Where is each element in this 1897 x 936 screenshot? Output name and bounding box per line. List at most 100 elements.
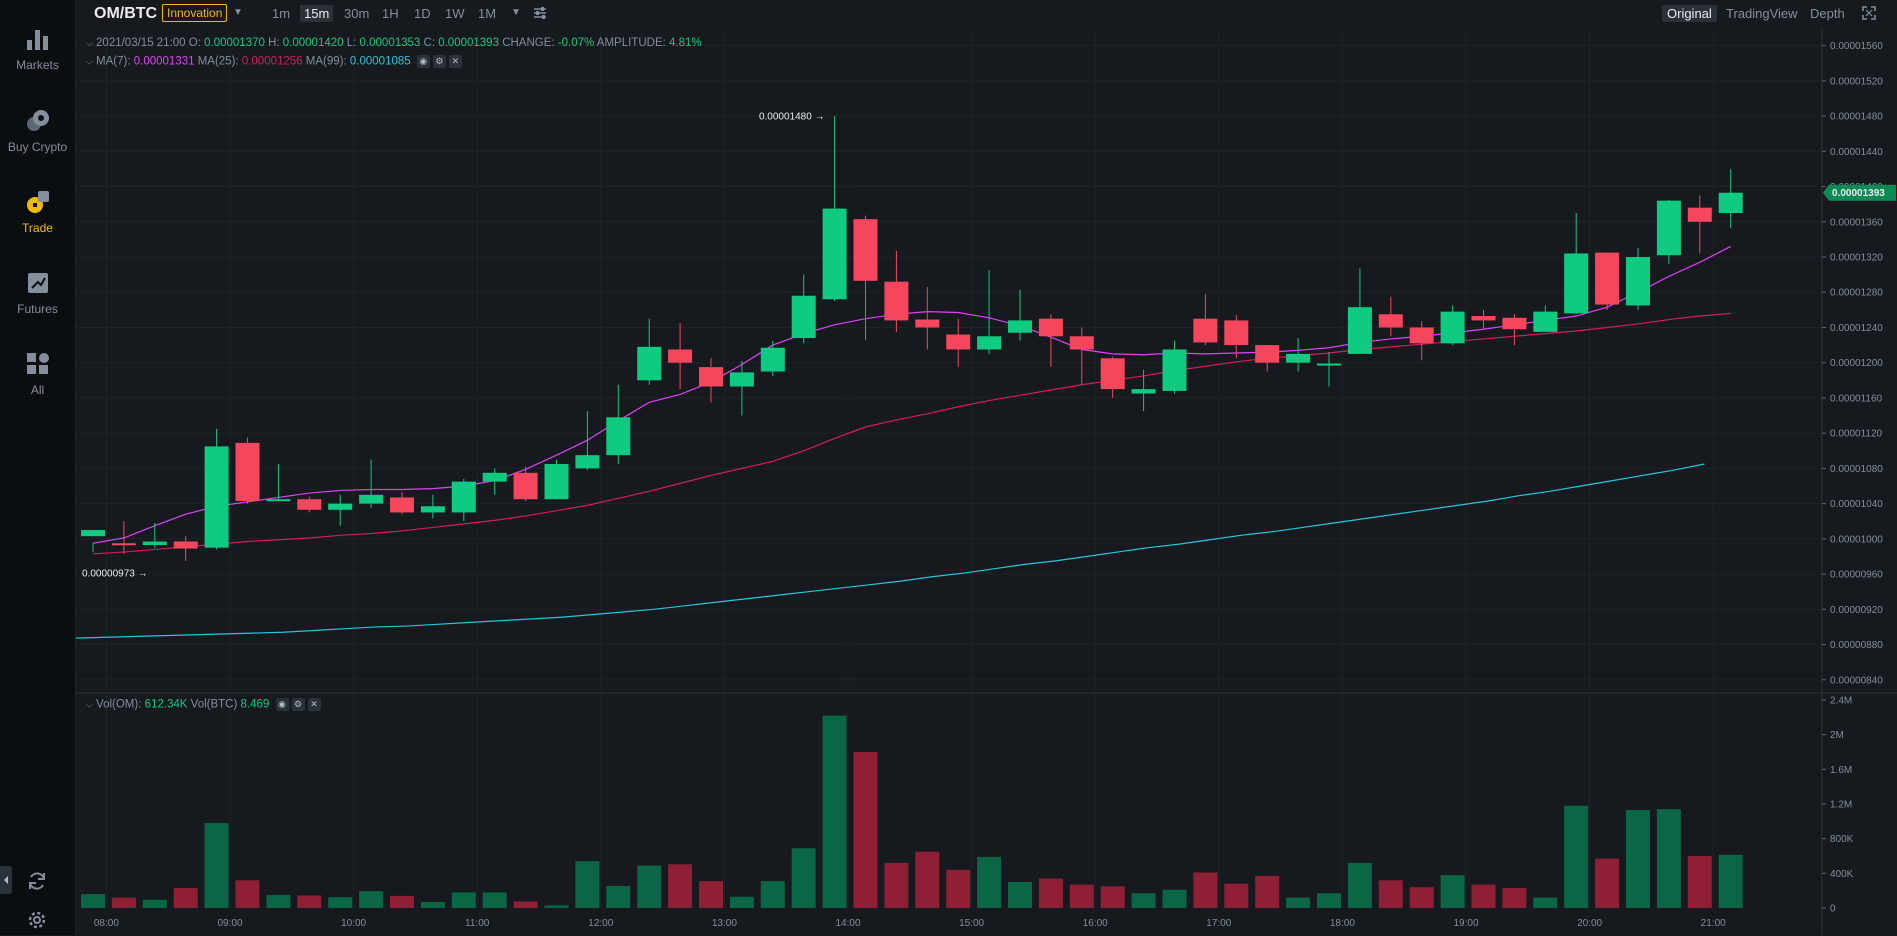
legend-close-value: 0.00001393: [438, 37, 499, 49]
view-depth[interactable]: Depth: [1805, 5, 1850, 22]
legend-open-label: O:: [188, 37, 201, 49]
sidebar-item-label: Markets: [16, 58, 59, 72]
candle-body: [915, 319, 940, 328]
legend-vol-btc-value: 8.469: [240, 698, 270, 711]
volume-bar: [328, 897, 353, 908]
candle-body: [1317, 363, 1341, 366]
candle-body: [297, 499, 322, 510]
legend-ma7-label: MA(7):: [96, 55, 131, 68]
grid-icon: [26, 353, 49, 374]
chevron-down-icon[interactable]: ⌵: [86, 700, 93, 710]
eye-icon[interactable]: ◉: [275, 698, 289, 711]
candle-body: [1162, 349, 1187, 391]
refresh-button[interactable]: [26, 870, 48, 897]
futures-icon: [27, 273, 48, 293]
volume-legend: ⌵ Vol(OM): 612.34K Vol(BTC) 8.469 ◉ ⚙ ✕: [86, 698, 321, 711]
volume-bar: [266, 895, 291, 908]
candle-body: [173, 541, 198, 549]
gear-icon[interactable]: ⚙: [432, 55, 446, 68]
interval-30m[interactable]: 30m: [340, 5, 373, 22]
ohlc-legend: ⌵ 2021/03/15 21:00 O: 0.00001370 H: 0.00…: [86, 37, 702, 49]
chevron-down-icon[interactable]: ▼: [233, 7, 243, 18]
candle-body: [1286, 353, 1311, 363]
sidebar-item-all[interactable]: All: [0, 351, 75, 397]
y-tick-label: 0.00001040: [1830, 499, 1883, 510]
y-tick-label: 0.00001160: [1830, 393, 1883, 404]
interval-1d[interactable]: 1D: [410, 5, 435, 22]
interval-1h[interactable]: 1H: [378, 5, 403, 22]
chevron-left-icon: [4, 876, 8, 884]
volume-tick-label: 2.4M: [1830, 696, 1852, 707]
candle-body: [1100, 358, 1125, 390]
interval-1m[interactable]: 1m: [268, 5, 294, 22]
ma7-line: [92, 245, 1731, 544]
y-tick-label: 0.00001240: [1830, 323, 1883, 334]
candle-body: [81, 530, 105, 537]
ma99-line: [76, 463, 1705, 639]
volume-bar: [1687, 856, 1712, 908]
legend-low-label: L:: [346, 37, 357, 49]
candle-body: [1131, 389, 1156, 394]
volume-bar: [1317, 893, 1341, 908]
candle-body: [1069, 336, 1094, 350]
sidebar-item-label: Trade: [22, 221, 53, 235]
x-tick-label: 12:00: [588, 918, 613, 929]
volume-bar: [1008, 882, 1032, 908]
legend-ma7-value: 0.00001331: [133, 55, 195, 68]
candle-body: [1564, 253, 1589, 314]
y-tick-label: 0.00001280: [1830, 288, 1883, 299]
legend-ma99-label: MA(99):: [305, 55, 347, 68]
volume-tick-label: 1.6M: [1830, 765, 1852, 776]
settings-button[interactable]: [26, 909, 48, 936]
eye-icon[interactable]: ◉: [416, 55, 430, 68]
volume-bar: [791, 848, 816, 908]
sidebar-item-trade[interactable]: Trade: [0, 189, 75, 235]
sidebar-collapse-button[interactable]: [0, 866, 12, 894]
chevron-down-icon[interactable]: ⌵: [86, 38, 93, 48]
volume-bar: [1100, 886, 1125, 908]
indicator-settings-button[interactable]: [532, 5, 548, 26]
volume-bar: [173, 888, 198, 908]
interval-1m-month[interactable]: 1M: [474, 5, 500, 22]
volume-bar: [359, 891, 384, 908]
view-tradingview[interactable]: TradingView: [1721, 5, 1803, 22]
chart[interactable]: 0.00000840 0.00000880 0.00000920 0.00000960…: [76, 0, 1897, 935]
candle-body: [111, 543, 136, 546]
volume-bar: [884, 862, 909, 908]
x-tick-label: 08:00: [94, 918, 119, 929]
candle-body: [1038, 318, 1063, 337]
view-original[interactable]: Original: [1662, 5, 1717, 22]
gear-icon[interactable]: ⚙: [291, 698, 305, 711]
volume-bar: [1038, 878, 1063, 908]
innovation-badge[interactable]: Innovation: [162, 4, 228, 22]
volume-bar: [1656, 809, 1681, 908]
fullscreen-button[interactable]: [1861, 5, 1877, 26]
chart-toolbar: OM/BTC Innovation ▼ 1m 15m 30m 1H 1D 1W …: [76, 0, 1897, 28]
interval-15m[interactable]: 15m: [300, 5, 334, 22]
y-tick-label: 0.00001000: [1830, 534, 1883, 545]
volume-bar: [420, 901, 445, 908]
close-icon[interactable]: ✕: [307, 698, 321, 711]
close-icon[interactable]: ✕: [448, 55, 462, 68]
candle-body: [668, 349, 693, 363]
volume-bar: [606, 885, 631, 908]
x-tick-label: 17:00: [1206, 918, 1231, 929]
chevron-down-icon[interactable]: ⌵: [86, 57, 93, 67]
sidebar-item-buy-crypto[interactable]: Buy Crypto: [0, 108, 75, 154]
y-tick-label: 0.00001200: [1830, 358, 1883, 369]
more-intervals-caret-icon[interactable]: ▼: [511, 7, 521, 18]
volume-bar: [699, 881, 723, 908]
volume-bar: [451, 892, 476, 908]
candle-body: [1347, 307, 1372, 354]
x-tick-label: 21:00: [1701, 918, 1726, 929]
interval-1w[interactable]: 1W: [441, 5, 469, 22]
candle-body: [235, 442, 260, 501]
sidebar-item-futures[interactable]: Futures: [0, 270, 75, 316]
volume-bar: [575, 861, 600, 908]
volume-tick-label: 1.2M: [1830, 800, 1852, 811]
sidebar-item-markets[interactable]: Markets: [0, 26, 75, 72]
candle-body: [1409, 327, 1434, 344]
x-tick-label: 15:00: [959, 918, 984, 929]
x-tick-label: 20:00: [1577, 918, 1602, 929]
volume-bar: [204, 823, 229, 908]
